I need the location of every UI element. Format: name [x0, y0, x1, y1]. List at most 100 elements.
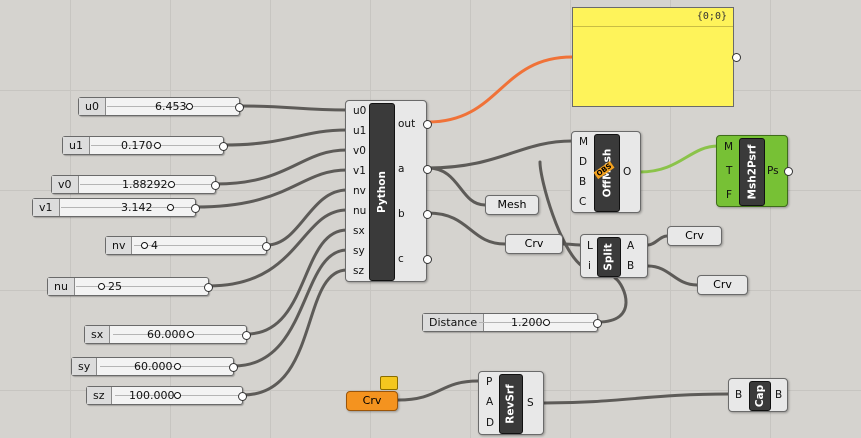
port-b[interactable] — [423, 210, 432, 219]
slider-track[interactable] — [76, 286, 204, 289]
input-sx[interactable]: sx — [353, 225, 365, 237]
port-out[interactable] — [423, 120, 432, 129]
input-u0[interactable]: u0 — [353, 105, 366, 117]
output-port[interactable] — [235, 103, 244, 112]
slider-sy[interactable]: sy 60.000 — [71, 357, 238, 376]
slider-grip[interactable] — [154, 142, 161, 149]
input-b[interactable]: B — [579, 176, 586, 188]
python-core[interactable]: Python — [369, 103, 395, 281]
slider-label: u1 — [63, 137, 90, 154]
input-m[interactable]: M — [579, 136, 588, 148]
crv-param[interactable]: Crv — [505, 234, 563, 254]
port-ps[interactable] — [784, 167, 793, 176]
input-i[interactable]: i — [588, 260, 591, 272]
slider-label: u0 — [79, 98, 106, 115]
crv-param-referenced[interactable]: Crv — [346, 391, 398, 411]
output-port[interactable] — [593, 319, 602, 328]
slider-nv[interactable]: nv 4 — [105, 236, 271, 255]
msh2psrf-core[interactable]: Msh2Psrf — [739, 138, 765, 206]
output-out[interactable]: out — [398, 118, 415, 130]
output-port[interactable] — [238, 392, 247, 401]
split-core[interactable]: Split — [597, 237, 621, 277]
input-t[interactable]: T — [726, 165, 732, 177]
output-port[interactable] — [242, 331, 251, 340]
crv-output-a[interactable]: Crv — [667, 226, 722, 246]
output-port[interactable] — [191, 204, 200, 213]
grasshopper-canvas[interactable]: u0 6.453 u1 0.170 v0 1.88292 v1 3.142 nv… — [0, 0, 861, 438]
slider-grip[interactable] — [167, 204, 174, 211]
panel-output-port[interactable] — [732, 53, 741, 62]
cap-core[interactable]: Cap — [749, 381, 771, 411]
input-b[interactable]: B — [735, 389, 742, 401]
mesh-param[interactable]: Mesh — [485, 195, 539, 215]
input-sz[interactable]: sz — [353, 265, 364, 277]
input-p[interactable]: P — [486, 376, 492, 388]
slider-value: 1.88292 — [122, 178, 168, 191]
slider-label: sz — [87, 387, 112, 404]
slider-sz[interactable]: sz 100.000 — [86, 386, 247, 405]
input-v0[interactable]: v0 — [353, 145, 366, 157]
input-a[interactable]: A — [486, 396, 493, 408]
revsrf-core[interactable]: RevSrf — [499, 374, 523, 434]
slider-u0[interactable]: u0 6.453 — [78, 97, 244, 116]
input-sy[interactable]: sy — [353, 245, 365, 257]
slider-v1[interactable]: v1 3.142 — [32, 198, 200, 217]
output-s[interactable]: S — [527, 397, 534, 409]
slider-grip[interactable] — [174, 363, 181, 370]
crv-output-b[interactable]: Crv — [697, 275, 748, 295]
output-a[interactable]: A — [627, 240, 634, 252]
output-port[interactable] — [262, 242, 271, 251]
input-l[interactable]: L — [587, 240, 593, 252]
input-d[interactable]: D — [486, 417, 494, 429]
port-c[interactable] — [423, 255, 432, 264]
output-ps[interactable]: Ps — [767, 165, 779, 177]
panel[interactable]: {0;0} — [572, 7, 741, 107]
output-c[interactable]: c — [398, 253, 404, 265]
output-port[interactable] — [204, 283, 213, 292]
msh2psrf-component[interactable]: Msh2Psrf M T F Ps — [716, 135, 793, 207]
slider-grip[interactable] — [174, 392, 181, 399]
input-nu[interactable]: nu — [353, 205, 366, 217]
revsrf-component[interactable]: RevSrf P A D S — [478, 371, 544, 435]
output-o[interactable]: O — [623, 166, 631, 178]
output-port[interactable] — [219, 142, 228, 151]
slider-v0[interactable]: v0 1.88292 — [51, 175, 220, 194]
input-u1[interactable]: u1 — [353, 125, 366, 137]
output-b[interactable]: b — [398, 208, 405, 220]
component-title: Split — [603, 243, 616, 271]
slider-grip[interactable] — [98, 283, 105, 290]
output-b[interactable]: B — [775, 389, 782, 401]
slider-value: 60.000 — [134, 360, 173, 373]
output-a[interactable]: a — [398, 163, 404, 175]
wire-split-b — [646, 264, 699, 287]
output-port[interactable] — [229, 363, 238, 372]
input-m[interactable]: M — [724, 141, 733, 153]
slider-grip[interactable] — [186, 103, 193, 110]
output-port[interactable] — [211, 181, 220, 190]
input-f[interactable]: F — [726, 189, 732, 201]
offset-mesh-component[interactable]: OffMesh OBS M D B C O — [571, 131, 641, 213]
output-b[interactable]: B — [627, 260, 634, 272]
slider-label: sy — [72, 358, 98, 375]
input-v1[interactable]: v1 — [353, 165, 366, 177]
slider-grip[interactable] — [168, 181, 175, 188]
slider-nu[interactable]: nu 25 — [47, 277, 213, 296]
input-c[interactable]: C — [579, 196, 586, 208]
slider-grip[interactable] — [141, 242, 148, 249]
slider-distance[interactable]: Distance 1.200 — [422, 313, 602, 332]
param-label: Mesh — [497, 198, 527, 211]
wire-crv-revsrf — [396, 379, 480, 402]
split-component[interactable]: Split L i A B — [580, 234, 648, 278]
slider-sx[interactable]: sx 60.000 — [84, 325, 251, 344]
cap-component[interactable]: Cap B B — [728, 378, 788, 412]
port-a[interactable] — [423, 165, 432, 174]
wire-distance — [596, 276, 628, 324]
slider-u1[interactable]: u1 0.170 — [62, 136, 228, 155]
slider-grip[interactable] — [187, 331, 194, 338]
input-nv[interactable]: nv — [353, 185, 366, 197]
slider-value: 60.000 — [147, 328, 186, 341]
python-component[interactable]: Python u0 u1 v0 v1 nv nu sx sy sz out a … — [345, 100, 432, 282]
slider-value: 25 — [108, 280, 122, 293]
input-d[interactable]: D — [579, 156, 587, 168]
slider-grip[interactable] — [543, 319, 550, 326]
